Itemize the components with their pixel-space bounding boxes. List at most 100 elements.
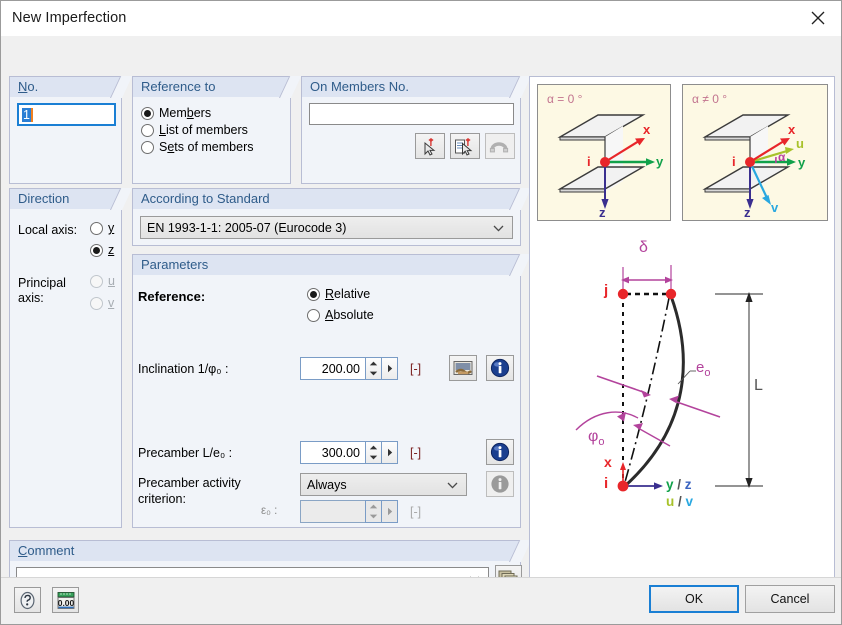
radio-local-axis-z-label: z	[108, 243, 115, 257]
group-standard-title: According to Standard	[141, 191, 270, 206]
axis-z-label: z	[744, 205, 751, 220]
radio-sets-of-members-label: Sets of members	[159, 140, 254, 154]
group-on-members: On Members No.	[301, 76, 532, 184]
group-reference-to-title: Reference to	[141, 79, 216, 94]
inclination-info-button[interactable]	[486, 355, 514, 381]
spin-down-icon	[366, 512, 381, 523]
radio-principal-axis-u-dot	[90, 274, 103, 288]
group-direction-title: Direction	[18, 191, 70, 206]
group-direction-header: Direction	[9, 188, 133, 210]
group-no-title: No.	[18, 79, 39, 94]
window-title: New Imperfection	[12, 10, 127, 26]
precamber-unit: [-]	[410, 446, 422, 460]
no-input[interactable]: 1	[17, 103, 116, 126]
cancel-button[interactable]: Cancel	[745, 585, 835, 613]
phi0-subscript: o	[598, 436, 605, 449]
group-parameters-title: Parameters	[141, 257, 209, 272]
inclination-spinner[interactable]: 200.00	[300, 357, 398, 380]
precamber-label: Precamber L/e₀ :	[138, 446, 233, 460]
spin-up-icon[interactable]	[366, 358, 381, 369]
spin-up-icon	[366, 501, 381, 512]
group-direction: Direction Local axis: y z Principal axis…	[9, 188, 133, 528]
radio-principal-axis-v: v	[90, 296, 114, 310]
spin-down-icon[interactable]	[366, 453, 381, 464]
phi0-label: φo	[588, 428, 605, 448]
close-icon[interactable]	[795, 1, 841, 35]
radio-members[interactable]: Members	[141, 106, 290, 120]
group-on-members-header: On Members No.	[301, 76, 532, 98]
group-standard: According to Standard EN 1993-1-1: 2005-…	[132, 188, 532, 246]
radio-relative-label: Relative	[325, 287, 371, 301]
diagram-precamber: δ j i eo φo x y / z u / v L	[530, 232, 834, 592]
pick-members-button[interactable]	[415, 133, 445, 159]
radio-local-axis-z[interactable]: z	[90, 243, 114, 257]
axis-u-label: u	[796, 136, 804, 151]
radio-sets-of-members[interactable]: Sets of members	[141, 140, 290, 154]
radio-relative[interactable]: Relative	[307, 287, 370, 301]
precamber-value[interactable]: 300.00	[300, 441, 365, 464]
axis-x-label: x	[643, 122, 651, 137]
radio-absolute-label: Absolute	[325, 308, 374, 322]
chevron-down-icon	[447, 478, 458, 492]
epsilon-unit: [-]	[410, 505, 422, 519]
axis-uv-label: u / v	[666, 494, 694, 509]
epsilon-label: ε₀ :	[261, 505, 278, 517]
local-axis-label: Local axis:	[18, 223, 78, 237]
radio-local-axis-z-dot	[90, 243, 103, 257]
pick-members-from-list-button[interactable]	[450, 133, 480, 159]
axis-z-label: z	[599, 205, 606, 220]
axis-yz-label: y / z	[666, 477, 692, 492]
delta-label: δ	[639, 239, 648, 256]
phi0-symbol: φ	[588, 428, 599, 445]
help-button[interactable]	[14, 587, 41, 613]
precamber-more-button[interactable]	[382, 441, 398, 464]
precamber-spin-arrows[interactable]	[365, 441, 382, 464]
ok-button[interactable]: OK	[649, 585, 739, 613]
radio-principal-axis-u: u	[90, 274, 115, 288]
inclination-value[interactable]: 200.00	[300, 357, 365, 380]
radio-absolute[interactable]: Absolute	[307, 308, 374, 322]
standard-combobox[interactable]: EN 1993-1-1: 2005-07 (Eurocode 3)	[140, 216, 513, 239]
inclination-spin-arrows[interactable]	[365, 357, 382, 380]
node-i-label: i	[604, 475, 609, 492]
alpha-label: α	[778, 150, 786, 164]
svg-text:0.00: 0.00	[57, 598, 74, 608]
footer-bar: 0.00 OK Cancel	[1, 577, 841, 624]
group-no: No. 1	[9, 76, 133, 184]
radio-absolute-dot	[307, 308, 320, 322]
on-members-input[interactable]	[309, 103, 514, 125]
radio-members-label: Members	[159, 106, 212, 120]
radio-list-of-members-dot	[141, 123, 154, 137]
title-bar: New Imperfection	[1, 1, 841, 36]
inclination-unit: [-]	[410, 362, 422, 376]
spin-down-icon[interactable]	[366, 369, 381, 380]
diagram-panel: α = 0 ° i y x z α ≠ 0 ° i y u x z v α δ …	[529, 76, 835, 597]
group-reference-to-header: Reference to	[132, 76, 302, 98]
group-comment-title: Comment	[18, 543, 75, 558]
group-parameters-header: Parameters	[132, 254, 532, 276]
no-input-value: 1	[22, 107, 31, 122]
inclination-more-button[interactable]	[382, 357, 398, 380]
radio-principal-axis-v-dot	[90, 296, 103, 310]
group-comment-header: Comment	[9, 540, 532, 562]
precamber-spinner[interactable]: 300.00	[300, 441, 398, 464]
principal-axis-label: Principal axis:	[18, 276, 66, 305]
inclination-picture-button[interactable]	[449, 355, 477, 381]
radio-sets-of-members-dot	[141, 140, 154, 154]
units-button[interactable]: 0.00	[52, 587, 79, 613]
diagram-alpha-nonzero: α ≠ 0 ° i y u x z v α	[682, 84, 828, 221]
radio-list-of-members-label: List of members	[159, 123, 248, 137]
radio-principal-axis-v-label: v	[108, 296, 115, 310]
epsilon-more-button	[382, 500, 398, 523]
criterion-combobox[interactable]: Always	[300, 473, 467, 496]
reference-label: Reference:	[138, 289, 206, 304]
axis-y-label: y	[656, 154, 664, 169]
radio-list-of-members[interactable]: List of members	[141, 123, 290, 137]
standard-combobox-value: EN 1993-1-1: 2005-07 (Eurocode 3)	[147, 220, 347, 235]
node-j-label: j	[604, 282, 609, 299]
precamber-info-button[interactable]	[486, 439, 514, 465]
spin-up-icon[interactable]	[366, 442, 381, 453]
radio-local-axis-y[interactable]: y	[90, 221, 114, 235]
axis-x-label: x	[604, 454, 612, 470]
node-i-label: i	[732, 154, 736, 169]
